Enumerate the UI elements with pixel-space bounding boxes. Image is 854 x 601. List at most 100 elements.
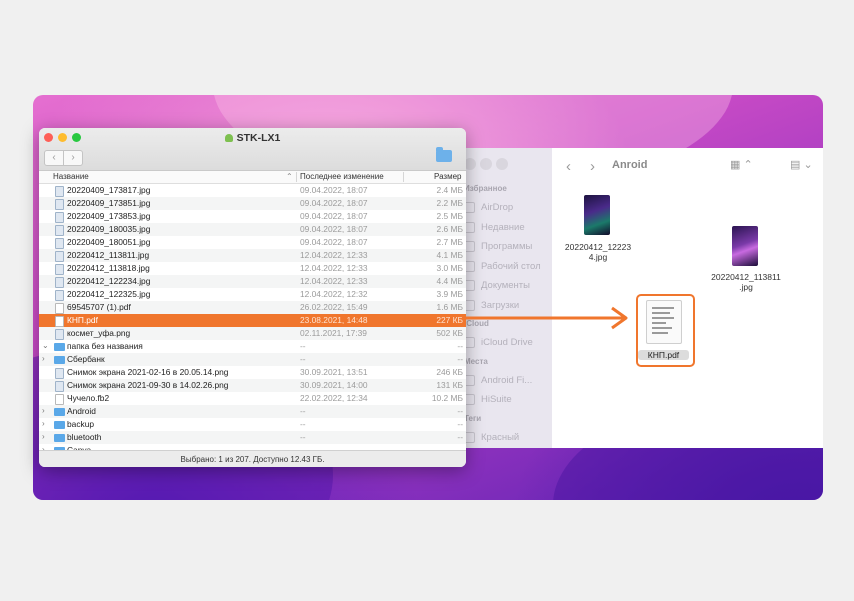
table-row[interactable]: Чучело.fb2 22.02.2022, 12:34 10.2 МБ: [39, 392, 466, 405]
column-header: Название ⌃ Последнее изменение Размер: [39, 171, 466, 184]
row-name: 20220409_173851.jpg: [67, 198, 151, 208]
row-size: 2.2 МБ: [436, 198, 463, 208]
new-folder-icon[interactable]: [436, 147, 452, 162]
finder-title: Anroid: [612, 159, 648, 171]
sidebar-item-label: Android Fi...: [481, 374, 533, 386]
document-file-icon: [55, 303, 64, 314]
row-name: Сбербанк: [67, 354, 105, 364]
row-date: 09.04.2022, 18:07: [300, 211, 368, 221]
chevron-right-icon[interactable]: ›: [42, 406, 45, 415]
sidebar-item[interactable]: Красный: [464, 431, 519, 443]
table-row[interactable]: 20220409_173817.jpg 09.04.2022, 18:07 2.4 …: [39, 184, 466, 197]
table-row[interactable]: › Сбербанк -- --: [39, 353, 466, 366]
folder-icon: [54, 434, 65, 442]
back-button[interactable]: ‹: [44, 150, 64, 166]
row-name: bluetooth: [67, 432, 102, 442]
table-row[interactable]: ⌄ папка без названия -- --: [39, 340, 466, 353]
table-row[interactable]: Снимок экрана 2021-09-30 в 14.02.26.png 3…: [39, 379, 466, 392]
pdf-file-icon[interactable]: [646, 300, 682, 344]
chevron-right-icon[interactable]: ›: [42, 419, 45, 428]
file-label[interactable]: 20220412_113811 .jpg: [706, 272, 786, 292]
row-size: --: [457, 419, 463, 429]
row-size: --: [457, 406, 463, 416]
row-date: --: [300, 341, 306, 351]
dropped-file-label[interactable]: КНП.pdf: [638, 350, 689, 360]
image-file-icon: [55, 290, 64, 301]
table-row[interactable]: 20220409_180035.jpg 09.04.2022, 18:07 2.6 …: [39, 223, 466, 236]
row-name: КНП.pdf: [67, 315, 98, 325]
status-bar: Выбрано: 1 из 207. Доступно 12.43 ГБ.: [39, 450, 466, 467]
table-row[interactable]: космет_уфа.png 02.11.2021, 17:39 502 КБ: [39, 327, 466, 340]
device-browser-window: STK-LX1 ‹ › Название ⌃ Последнее изменен…: [39, 128, 466, 467]
table-row[interactable]: 20220409_173853.jpg 09.04.2022, 18:07 2.5 …: [39, 210, 466, 223]
sidebar-item[interactable]: iCloud Drive: [464, 337, 533, 348]
forward-button[interactable]: ›: [63, 150, 83, 166]
image-file-icon: [55, 381, 64, 392]
minimize-icon[interactable]: [480, 158, 492, 170]
row-date: 30.09.2021, 13:51: [300, 367, 368, 377]
sidebar-item[interactable]: HiSuite: [464, 394, 512, 405]
row-name: 20220409_180035.jpg: [67, 224, 151, 234]
row-name: 20220412_113818.jpg: [67, 263, 150, 273]
column-size[interactable]: Размер: [434, 172, 462, 181]
row-name: 20220409_173817.jpg: [67, 185, 151, 195]
table-row[interactable]: › bluetooth -- --: [39, 431, 466, 444]
row-date: --: [300, 406, 306, 416]
column-name[interactable]: Название: [53, 172, 89, 181]
sidebar-item[interactable]: Программы: [464, 241, 532, 252]
file-label[interactable]: 20220412_12223 4.jpg: [560, 242, 636, 262]
folder-icon: [54, 343, 65, 351]
sidebar-item[interactable]: Документы: [464, 280, 530, 291]
table-row[interactable]: 69545707 (1).pdf 26.02.2022, 15:49 1.6 МБ: [39, 301, 466, 314]
table-row[interactable]: 20220412_122325.jpg 12.04.2022, 12:32 3.9 …: [39, 288, 466, 301]
sidebar-item[interactable]: Недавние: [464, 221, 525, 233]
row-name: папка без названия: [67, 341, 143, 351]
row-date: 09.04.2022, 18:07: [300, 185, 368, 195]
image-file-icon: [55, 277, 64, 288]
back-icon[interactable]: ‹: [566, 158, 571, 175]
image-file-icon: [55, 212, 64, 223]
folder-icon: [54, 408, 65, 416]
image-thumbnail[interactable]: [584, 195, 610, 235]
table-row[interactable]: 20220409_180051.jpg 09.04.2022, 18:07 2.7 …: [39, 236, 466, 249]
table-row[interactable]: 20220412_122234.jpg 12.04.2022, 12:33 4.4 …: [39, 275, 466, 288]
table-row[interactable]: 20220409_173851.jpg 09.04.2022, 18:07 2.2 …: [39, 197, 466, 210]
row-date: 12.04.2022, 12:33: [300, 276, 368, 286]
chevron-down-icon[interactable]: ⌄: [42, 341, 49, 350]
row-date: 12.04.2022, 12:32: [300, 289, 368, 299]
image-file-icon: [55, 238, 64, 249]
sidebar-item-label: HiSuite: [481, 394, 512, 405]
image-file-icon: [55, 225, 64, 236]
forward-icon[interactable]: ›: [590, 158, 595, 175]
chevron-right-icon[interactable]: ›: [42, 432, 45, 441]
sidebar-item[interactable]: Android Fi...: [464, 374, 533, 386]
row-size: 2.6 МБ: [436, 224, 463, 234]
row-name: 20220412_113811.jpg: [67, 250, 150, 260]
folder-icon: [54, 356, 65, 364]
image-thumbnail[interactable]: [732, 226, 758, 266]
sidebar-item-label: iCloud Drive: [481, 337, 533, 348]
row-size: 1.6 МБ: [436, 302, 463, 312]
sidebar-section-heading: Места: [464, 356, 488, 366]
image-file-icon: [55, 329, 64, 340]
sidebar-item-label: Недавние: [481, 221, 525, 233]
sidebar-item[interactable]: AirDrop: [464, 202, 513, 213]
zoom-icon[interactable]: [496, 158, 508, 170]
table-row[interactable]: КНП.pdf 23.08.2021, 14:48 227 КБ: [39, 314, 466, 327]
column-modified[interactable]: Последнее изменение: [300, 172, 384, 181]
table-row[interactable]: Снимок экрана 2021-02-16 в 20.05.14.png 3…: [39, 366, 466, 379]
view-grid-icon[interactable]: ▦ ⌃: [730, 158, 753, 171]
row-date: --: [300, 432, 306, 442]
sidebar-item[interactable]: Рабочий стол: [464, 260, 541, 272]
group-icon[interactable]: ▤ ⌄: [790, 158, 813, 171]
row-date: 26.02.2022, 15:49: [300, 302, 368, 312]
row-size: --: [457, 341, 463, 351]
row-date: 12.04.2022, 12:33: [300, 263, 368, 273]
table-row[interactable]: › Android -- --: [39, 405, 466, 418]
table-row[interactable]: 20220412_113818.jpg 12.04.2022, 12:33 3.0 …: [39, 262, 466, 275]
table-row[interactable]: › backup -- --: [39, 418, 466, 431]
table-row[interactable]: 20220412_113811.jpg 12.04.2022, 12:33 4.1 …: [39, 249, 466, 262]
row-size: 227 КБ: [436, 315, 463, 325]
image-file-icon: [55, 199, 64, 210]
chevron-right-icon[interactable]: ›: [42, 354, 45, 363]
